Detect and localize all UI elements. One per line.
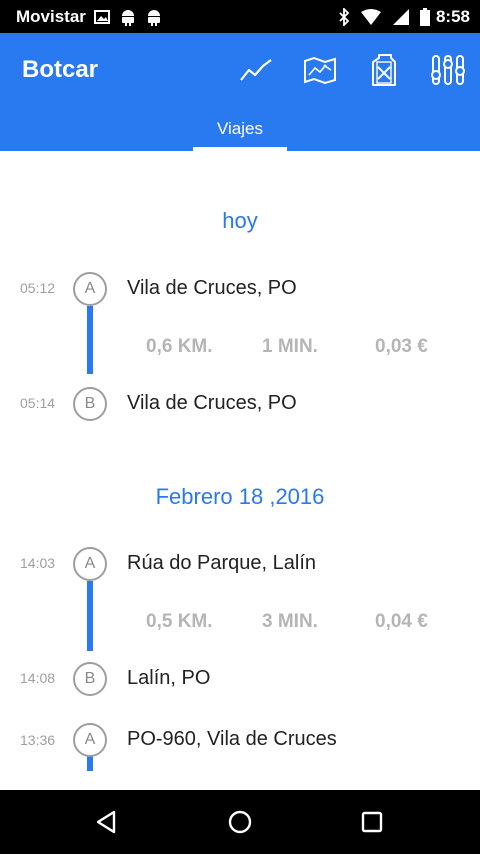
bluetooth-icon xyxy=(338,7,350,26)
tab-viajes[interactable]: Viajes xyxy=(193,107,287,151)
android-notification-icon xyxy=(120,8,136,26)
wifi-icon xyxy=(360,8,382,25)
carrier-name: Movistar xyxy=(16,6,86,26)
signal-icon xyxy=(392,8,410,26)
trip-cost: 0,04 € xyxy=(375,611,428,632)
home-button[interactable] xyxy=(220,802,260,842)
clock: 8:58 xyxy=(435,6,470,26)
day-header: Febrero 18 ,2016 xyxy=(155,484,325,509)
trip-end-place: Lalín, PO xyxy=(127,667,211,689)
battery-icon xyxy=(419,7,430,26)
image-notification-icon xyxy=(93,9,110,24)
trip-duration: 3 MIN. xyxy=(262,611,318,632)
start-marker: A xyxy=(73,272,107,306)
home-icon xyxy=(228,810,252,834)
trip-start-place: Vila de Cruces, PO xyxy=(127,277,297,299)
settings-button[interactable] xyxy=(428,50,468,90)
trip-start-place: Rúa do Parque, Lalín xyxy=(127,552,317,574)
trip-route-line xyxy=(87,581,93,651)
trip-end-place: Vila de Cruces, PO xyxy=(127,392,297,414)
navigation-bar xyxy=(0,790,480,854)
trip-end-time: 05:14 xyxy=(20,395,56,411)
map-icon xyxy=(304,56,336,84)
app-bar: Botcar xyxy=(0,33,480,107)
end-marker: B xyxy=(73,662,107,696)
fuel-button[interactable] xyxy=(364,50,404,90)
stats-button[interactable] xyxy=(236,50,276,90)
trip-end-time: 14:08 xyxy=(20,670,56,686)
recents-icon xyxy=(361,811,383,833)
fuel-can-icon xyxy=(372,54,396,86)
trip-start-place: PO-960, Vila de Cruces xyxy=(127,728,337,750)
app-bar-actions xyxy=(212,33,468,107)
tab-bar: Viajes xyxy=(0,107,480,151)
android-notification-icon-2 xyxy=(146,8,162,26)
trip-duration: 1 MIN. xyxy=(262,336,318,357)
start-marker: A xyxy=(73,723,107,757)
back-button[interactable] xyxy=(86,802,126,842)
map-button[interactable] xyxy=(300,50,340,90)
trip-list[interactable]: hoy 05:12 A Vila de Cruces, PO 0,6 KM. 1… xyxy=(0,151,480,790)
status-bar: Movistar 8:58 xyxy=(0,0,480,33)
end-marker: B xyxy=(73,387,107,421)
sliders-icon xyxy=(431,55,465,85)
trip-route-line xyxy=(87,306,93,374)
trip-distance: 0,6 KM. xyxy=(146,336,213,357)
trip-start-time: 13:36 xyxy=(20,732,56,748)
trip-distance: 0,5 KM. xyxy=(146,611,213,632)
recents-button[interactable] xyxy=(352,802,392,842)
app-title: Botcar xyxy=(22,56,99,83)
trip-start-time: 05:12 xyxy=(20,280,56,296)
trip-cost: 0,03 € xyxy=(375,336,428,357)
day-header: hoy xyxy=(222,208,258,233)
line-chart-icon xyxy=(240,59,272,81)
start-marker: A xyxy=(73,547,107,581)
back-icon xyxy=(96,810,116,834)
trip-start-time: 14:03 xyxy=(20,555,56,571)
